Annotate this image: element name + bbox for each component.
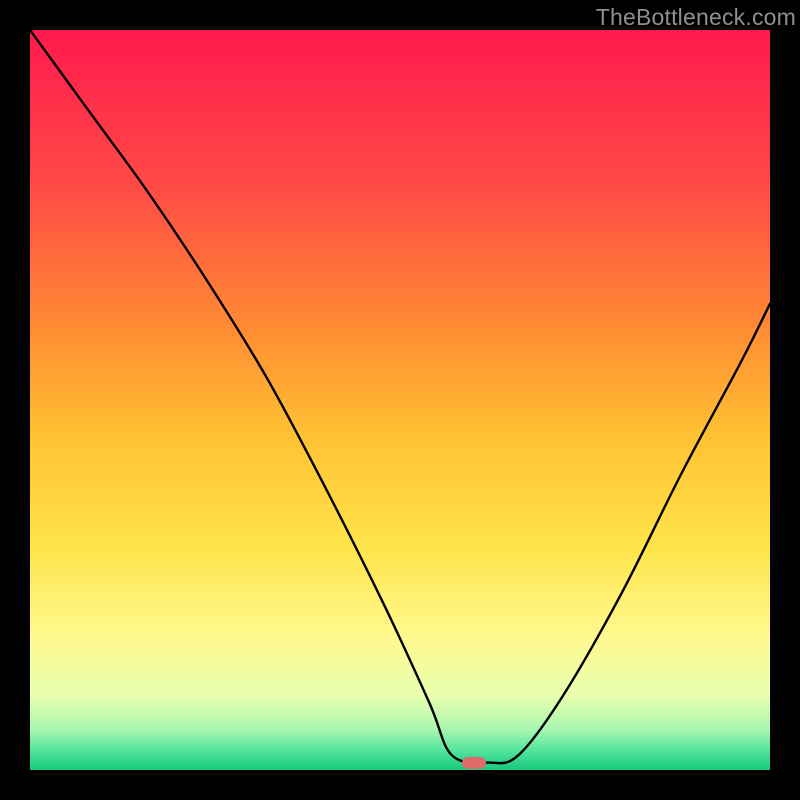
watermark-text: TheBottleneck.com [596,4,796,31]
plot-area [30,30,770,770]
chart-frame: TheBottleneck.com [0,0,800,800]
optimal-marker [462,757,486,769]
bottleneck-curve [30,30,770,770]
